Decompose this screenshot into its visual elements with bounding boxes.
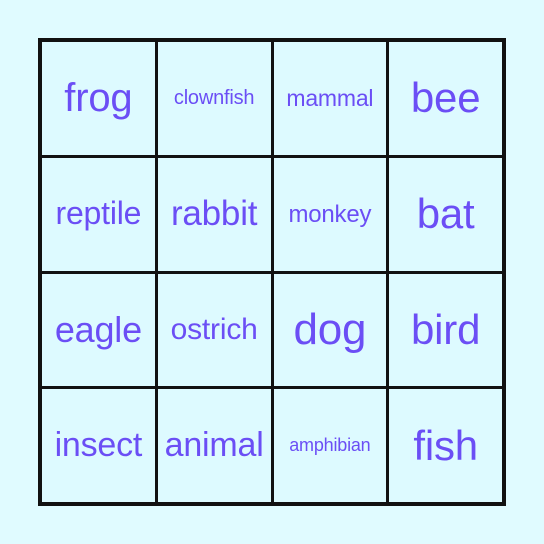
bingo-cell-label: bat xyxy=(416,190,475,238)
bingo-cell[interactable]: mammal xyxy=(273,42,387,155)
bingo-cell-label: amphibian xyxy=(289,435,371,456)
bingo-cell-label: bird xyxy=(411,305,481,353)
bingo-cell[interactable]: eagle xyxy=(42,273,155,387)
bingo-cell[interactable]: dog xyxy=(273,273,387,387)
bingo-cell[interactable]: frog xyxy=(42,42,155,155)
bingo-cell-label: dog xyxy=(293,304,367,354)
bingo-cell-label: rabbit xyxy=(170,193,258,233)
bingo-cell[interactable]: ostrich xyxy=(157,273,271,387)
bingo-cell-label: bee xyxy=(410,74,481,122)
bingo-cell[interactable]: reptile xyxy=(42,157,155,271)
bingo-cell[interactable]: bird xyxy=(389,273,502,387)
bingo-cell-label: mammal xyxy=(286,85,374,112)
bingo-cell[interactable]: fish xyxy=(389,389,502,502)
bingo-cell-label: fish xyxy=(413,421,478,469)
bingo-cell[interactable]: rabbit xyxy=(157,157,271,271)
bingo-cell[interactable]: amphibian xyxy=(273,389,387,502)
bingo-cell-label: animal xyxy=(164,425,264,464)
bingo-cell-label: reptile xyxy=(55,195,142,232)
bingo-card-grid: frog clownfish mammal bee reptile rabbit… xyxy=(38,38,506,506)
bingo-cell-label: frog xyxy=(64,76,133,121)
bingo-cell[interactable]: insect xyxy=(42,389,155,502)
bingo-cell[interactable]: monkey xyxy=(273,157,387,271)
bingo-cell-label: insect xyxy=(54,425,143,464)
bingo-cell[interactable]: bee xyxy=(389,42,502,155)
bingo-cell[interactable]: animal xyxy=(157,389,271,502)
bingo-cell[interactable]: bat xyxy=(389,157,502,271)
bingo-cell-label: clownfish xyxy=(173,86,255,109)
bingo-cell[interactable]: clownfish xyxy=(157,42,271,155)
bingo-cell-label: monkey xyxy=(288,200,372,228)
bingo-cell-label: ostrich xyxy=(170,313,258,347)
bingo-cell-label: eagle xyxy=(54,308,142,350)
